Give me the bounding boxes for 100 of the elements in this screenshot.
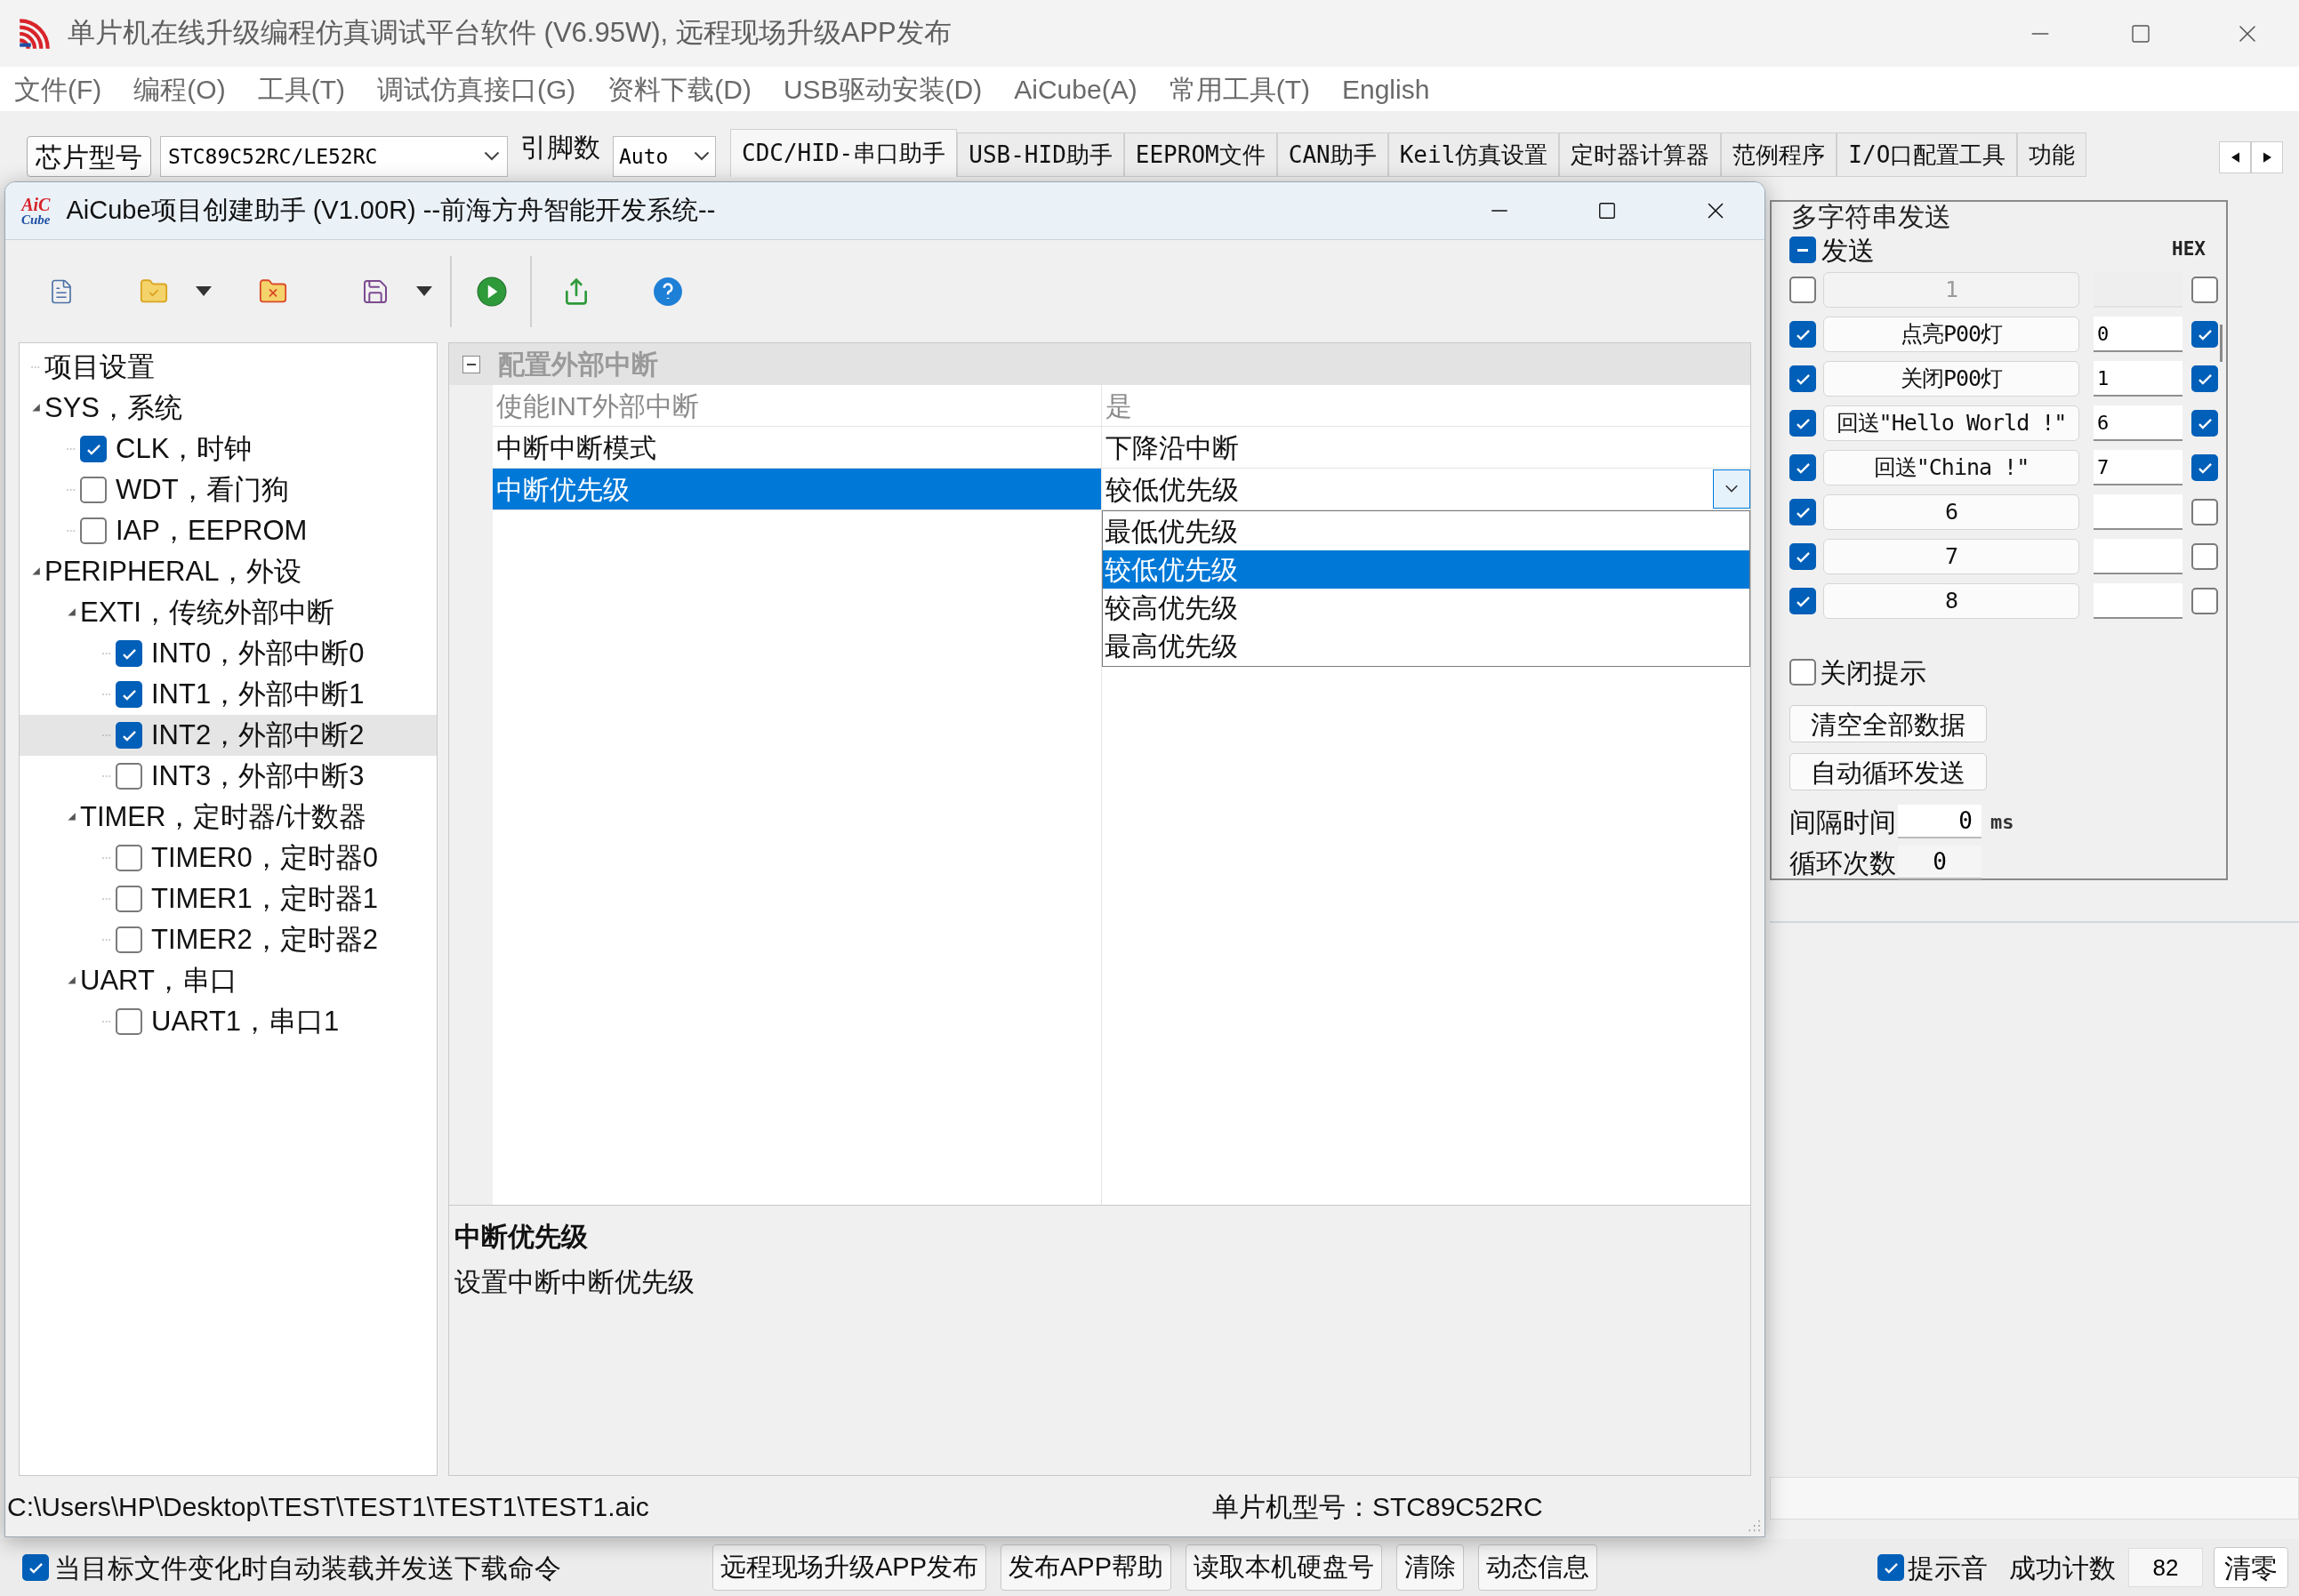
tree-item[interactable]: UART，串口 <box>20 960 437 1001</box>
footer-button[interactable]: 清除 <box>1396 1544 1465 1591</box>
scroll-right-icon[interactable] <box>2251 141 2283 173</box>
checkbox[interactable] <box>1789 454 1816 481</box>
tab[interactable]: Keil仿真设置 <box>1387 132 1560 177</box>
send-string-button[interactable]: 回送"Hello World !" <box>1823 405 2079 441</box>
checkbox[interactable] <box>116 681 142 708</box>
tree-item[interactable]: PERIPHERAL，外设 <box>20 551 437 592</box>
footer-button[interactable]: 动态信息 <box>1478 1544 1598 1591</box>
send-string-button[interactable]: 关闭P00灯 <box>1823 361 2079 397</box>
interval-field[interactable]: 0 <box>1898 805 1981 838</box>
checkbox[interactable] <box>80 517 107 544</box>
expander-icon[interactable] <box>30 403 41 413</box>
reset-button[interactable]: 清零 <box>2214 1547 2288 1588</box>
checkbox[interactable] <box>2191 543 2218 570</box>
caret-icon[interactable] <box>416 286 432 296</box>
checkbox[interactable] <box>1789 410 1816 437</box>
tab[interactable]: 功能 <box>2017 132 2087 177</box>
dropdown-option[interactable]: 最低优先级 <box>1103 512 1749 550</box>
tree-item[interactable]: CLK，时钟 <box>20 429 437 469</box>
tree-item[interactable]: TIMER，定时器/计数器 <box>20 797 437 838</box>
checkbox[interactable] <box>80 477 107 503</box>
checkbox[interactable] <box>116 1008 142 1035</box>
tree-item[interactable]: TIMER0，定时器0 <box>20 838 437 878</box>
menu-item[interactable]: English <box>1342 68 1430 109</box>
send-string-button[interactable]: 7 <box>1823 539 2079 574</box>
menu-item[interactable]: 工具(T) <box>257 68 345 109</box>
menu-item[interactable]: AiCube(A) <box>1014 68 1137 109</box>
tree-item[interactable]: 项目设置 <box>20 347 437 388</box>
dropdown-button[interactable] <box>1713 469 1750 509</box>
tab[interactable]: 范例程序 <box>1721 132 1837 177</box>
menu-item[interactable]: USB驱动安装(D) <box>783 68 983 109</box>
checkbox[interactable] <box>2191 321 2218 348</box>
checkbox[interactable] <box>2191 588 2218 614</box>
checkbox[interactable] <box>1789 237 1816 263</box>
send-string-button[interactable]: 8 <box>1823 583 2079 619</box>
checkbox[interactable] <box>1877 1554 1904 1581</box>
collapse-icon[interactable] <box>462 355 480 373</box>
hex-value-field[interactable]: 0 <box>2094 317 2182 352</box>
hex-value-field[interactable]: 1 <box>2094 361 2182 397</box>
help-icon[interactable] <box>653 276 683 307</box>
menu-item[interactable]: 常用工具(T) <box>1169 68 1310 109</box>
checkbox[interactable] <box>116 926 142 953</box>
tab[interactable]: CDC/HID-串口助手 <box>730 129 958 177</box>
pin-select[interactable]: Auto <box>613 136 716 177</box>
tree-item[interactable]: INT0，外部中断0 <box>20 633 437 674</box>
checkbox[interactable] <box>116 722 142 749</box>
scrollbar-thumb[interactable] <box>2220 325 2223 362</box>
checkbox[interactable] <box>116 763 142 790</box>
tab[interactable]: 定时器计算器 <box>1559 132 1722 177</box>
expander-icon[interactable] <box>66 812 76 822</box>
menu-item[interactable]: 编程(O) <box>133 68 226 109</box>
footer-button[interactable]: 发布APP帮助 <box>1001 1544 1172 1591</box>
checkbox[interactable] <box>1789 365 1816 392</box>
checkbox[interactable] <box>2191 499 2218 525</box>
send-string-button[interactable]: 回送"China !" <box>1823 450 2079 485</box>
checkbox[interactable] <box>116 845 142 871</box>
chip-select[interactable]: STC89C52RC/LE52RC <box>160 136 508 177</box>
tree-item[interactable]: EXTI，传统外部中断 <box>20 592 437 633</box>
tree-item[interactable]: TIMER2，定时器2 <box>20 919 437 960</box>
expander-icon[interactable] <box>66 975 76 986</box>
hex-value-field[interactable] <box>2094 583 2182 619</box>
send-string-button[interactable]: 6 <box>1823 494 2079 530</box>
caret-icon[interactable] <box>196 286 212 296</box>
tree-item[interactable]: IAP，EEPROM <box>20 510 437 551</box>
tree-item[interactable]: UART1，串口1 <box>20 1001 437 1042</box>
hex-value-field[interactable]: 7 <box>2094 450 2182 485</box>
property-value[interactable]: 下降沿中断 <box>1102 427 1239 468</box>
menu-item[interactable]: 文件(F) <box>14 68 102 109</box>
property-name[interactable]: 中断优先级 <box>493 469 1102 510</box>
footer-button[interactable]: 远程现场升级APP发布 <box>712 1544 987 1591</box>
send-string-button[interactable]: 点亮P00灯 <box>1823 317 2079 352</box>
checkbox[interactable] <box>1789 659 1816 686</box>
play-icon[interactable] <box>477 276 507 307</box>
tab[interactable]: USB-HID助手 <box>957 132 1124 177</box>
maximize-icon[interactable] <box>1597 201 1617 221</box>
tab[interactable]: EEPROM文件 <box>1123 132 1277 177</box>
tree-item[interactable]: SYS，系统 <box>20 388 437 429</box>
checkbox[interactable] <box>80 436 107 462</box>
tree-item[interactable]: INT1，外部中断1 <box>20 674 437 715</box>
action-button[interactable]: 清空全部数据 <box>1789 705 1987 742</box>
checkbox[interactable] <box>22 1554 49 1581</box>
footer-button[interactable]: 读取本机硬盘号 <box>1186 1544 1383 1591</box>
checkbox[interactable] <box>1789 543 1816 570</box>
scroll-left-icon[interactable] <box>2219 141 2251 173</box>
checkbox[interactable] <box>2191 410 2218 437</box>
checkbox[interactable] <box>1789 499 1816 525</box>
checkbox[interactable] <box>1789 321 1816 348</box>
tree-item[interactable]: INT3，外部中断3 <box>20 756 437 797</box>
tree-item[interactable]: INT2，外部中断2 <box>20 715 437 756</box>
resize-grip-icon[interactable] <box>1747 1519 1761 1533</box>
tree-item[interactable]: WDT，看门狗 <box>20 469 437 510</box>
chip-type-button[interactable]: 芯片型号 <box>27 136 151 177</box>
tab[interactable]: I/O口配置工具 <box>1837 132 2018 177</box>
hex-value-field[interactable] <box>2094 494 2182 530</box>
property-value[interactable]: 较低优先级 <box>1102 469 1239 509</box>
hex-value-field[interactable] <box>2094 539 2182 574</box>
tree-item[interactable]: TIMER1，定时器1 <box>20 878 437 919</box>
expander-icon[interactable] <box>30 566 41 577</box>
dropdown-option[interactable]: 最高优先级 <box>1103 627 1749 665</box>
